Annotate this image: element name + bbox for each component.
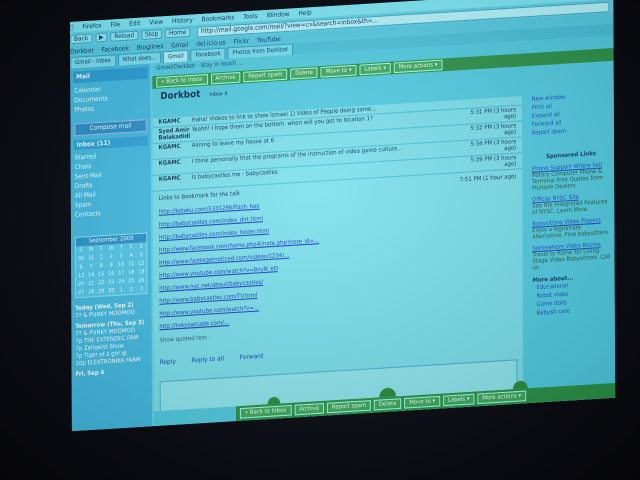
menu-history[interactable]: History — [172, 16, 193, 25]
calendar-day[interactable]: 2 — [126, 285, 136, 294]
more-actions-dropdown[interactable]: More actions ▾ — [477, 390, 526, 405]
ad-text: Travel to Rome for Living Stage Video Ba… — [532, 248, 611, 272]
sponsored-links: Sponsored Links Phone Support Where Sell… — [528, 150, 615, 319]
back-to-inbox-button[interactable]: « Back to Inbox — [239, 404, 292, 419]
bookmark-item[interactable]: YouTube — [257, 35, 281, 44]
menu-firefox[interactable]: Firefox — [82, 22, 101, 31]
thread-sender: KGAMC — [158, 159, 181, 168]
inbox-tag[interactable]: Inbox X — [209, 91, 227, 98]
move-to-dropdown[interactable]: Move to ▾ — [404, 395, 441, 409]
thread-time: 5:34 PM (3 hours ago) — [470, 138, 517, 153]
agenda-list: Today (Wed, Sep 2) 7? & PUNKY MOOMOO Tomor… — [71, 296, 151, 381]
labels-dropdown[interactable]: Labels ▾ — [359, 62, 391, 76]
move-to-dropdown[interactable]: Move to ▾ — [320, 64, 357, 78]
bookmark-item[interactable]: Facebook — [101, 44, 129, 53]
agenda-day: Fri, Sep 4 — [75, 369, 105, 378]
gmail-sidebar: Mail Calendar Documents Photos Compose m… — [70, 63, 153, 432]
menu-edit[interactable]: Edit — [129, 19, 140, 27]
calendar-day[interactable]: 27 — [76, 288, 86, 297]
archive-button[interactable]: Archive — [294, 402, 325, 416]
home-button[interactable]: Home — [165, 27, 191, 39]
calendar-day[interactable]: 30 — [106, 286, 116, 295]
ad-list: Phone Support Where Sell Rotary Computer … — [531, 162, 611, 272]
bookmark-item[interactable]: del.icio.us — [196, 38, 225, 47]
menu-view[interactable]: View — [149, 18, 163, 26]
thread-sender: KGAMC — [158, 118, 181, 126]
calendar-day[interactable]: 29 — [96, 287, 106, 296]
back-button[interactable]: Back — [70, 33, 93, 45]
bookmark-item[interactable]: Bloglines — [137, 42, 164, 51]
more-about-list: Educational Robot video Game dolls Babysit … — [533, 279, 611, 318]
conversation-pane: Gmail/Dorkbot - Stay in touch ... « Back… — [152, 35, 616, 427]
delete-button[interactable]: Delete — [290, 67, 318, 80]
reply-link[interactable]: Reply — [160, 358, 176, 366]
page-title: Dorkbot — [160, 89, 201, 103]
thread-time: 5:32 PM (3 hours ago) — [470, 122, 517, 137]
link-list: http://kotaku.com/5331296/flash_hoo http:… — [153, 184, 523, 334]
sidebar-item-inbox[interactable]: Inbox (11) — [73, 135, 148, 151]
bookmark-item[interactable]: Gmail — [171, 41, 188, 49]
stop-button[interactable]: Stop — [141, 29, 163, 40]
bookmark-item[interactable]: Dorkbot — [70, 47, 94, 56]
thread-sender: KGAMC — [158, 175, 181, 184]
calendar-day[interactable]: 28 — [86, 288, 96, 297]
menu-window[interactable]: Window — [266, 10, 289, 19]
labels-dropdown[interactable]: Labels ▾ — [442, 393, 475, 407]
ad-text: Rotary Computer Phone & Terminal Free Qu… — [531, 168, 603, 192]
message-intro: Links to Bookmark for the talk — [158, 190, 240, 203]
projected-screen:  Firefox File Edit View History Bookmar… — [70, 0, 616, 432]
thread-time: 5:39 PM (3 hours ago) — [470, 154, 517, 169]
menu-apple-icon[interactable]:  — [70, 23, 74, 31]
calendar-day[interactable]: 1 — [116, 286, 126, 295]
menu-file[interactable]: File — [111, 20, 121, 28]
menu-bookmarks[interactable]: Bookmarks — [202, 13, 235, 22]
thread-time: 5:31 PM (3 hours ago) — [470, 107, 517, 121]
thread-sender: Syed Amir Balakadidi — [158, 127, 191, 142]
bookmark-item[interactable]: Flickr — [233, 37, 249, 45]
right-panel: New window Print all Expand all Forward … — [528, 90, 615, 388]
archive-button[interactable]: Archive — [210, 71, 241, 85]
message-thread: KGAMC Haha! Videos to link to show Ismael… — [152, 96, 524, 412]
reply-all-link[interactable]: Reply to all — [191, 355, 224, 364]
menu-help[interactable]: Help — [298, 9, 311, 17]
mini-calendar: September 2009 S M T W T F S 30 31 1 2 3 4 5 6 7 8 9 10 11 1… — [74, 232, 148, 299]
forward-link[interactable]: Forward — [240, 353, 264, 362]
menu-tools[interactable]: Tools — [243, 12, 257, 20]
sponsored-heading: Sponsored Links — [545, 150, 597, 161]
calendar-grid: S M T W T F S 30 31 1 2 3 4 5 6 7 8 9 10 11 12 13 14 15 16 17 18 19… — [76, 242, 147, 297]
reload-button[interactable]: Reload — [110, 30, 139, 42]
mail-label[interactable]: Mail — [73, 67, 148, 84]
message-time: 7:51 PM (1 hour ago) — [459, 173, 517, 184]
compose-button[interactable]: Compose mail — [74, 119, 147, 137]
delete-button[interactable]: Delete — [373, 398, 402, 411]
forward-button[interactable]: ▶ — [95, 32, 108, 43]
report-spam-button[interactable]: Report spam — [327, 400, 372, 414]
calendar-day[interactable]: 3 — [136, 285, 146, 294]
thread-sender: KGAMC — [158, 143, 181, 152]
